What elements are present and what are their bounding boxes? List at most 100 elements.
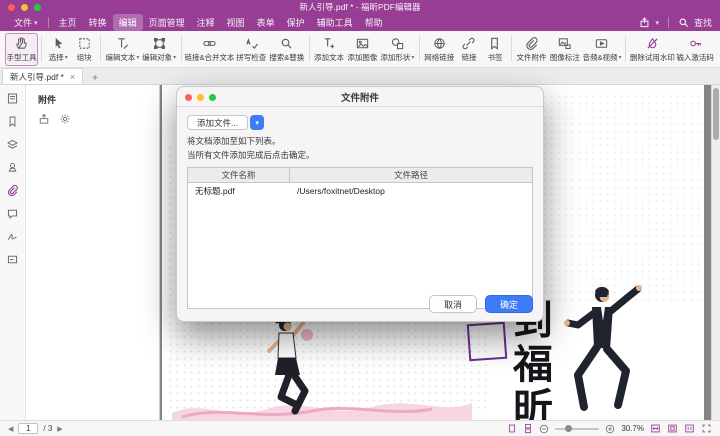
actual-size-icon[interactable]	[684, 423, 695, 434]
document-tab[interactable]: 新人引导.pdf * ×	[2, 68, 83, 84]
toolbar-item-search-replace[interactable]: 搜索&替换	[268, 33, 306, 66]
search-icon[interactable]	[678, 17, 689, 28]
table-row[interactable]: 无标题.pdf /Users/foxitnet/Desktop	[188, 183, 532, 198]
menu-label: 编辑	[119, 16, 137, 29]
search-label[interactable]: 查找	[694, 16, 712, 29]
attachments-icon[interactable]	[6, 183, 20, 197]
menu-label: 页面管理	[149, 16, 185, 29]
document-tab-label: 新人引导.pdf *	[10, 71, 64, 83]
close-window-icon[interactable]	[8, 4, 15, 11]
zoom-slider[interactable]	[555, 428, 599, 430]
cancel-button[interactable]: 取消	[429, 295, 477, 313]
signature-icon[interactable]	[6, 229, 20, 243]
menu-help[interactable]: 帮助	[359, 14, 389, 31]
toolbar-item-audio-video[interactable]: 音频&视频▾	[582, 33, 623, 66]
toolbar-item-label: 添加文本	[314, 52, 344, 63]
toolbar-item-enter-activation-code[interactable]: 输入激活码	[675, 33, 715, 66]
menu-convert[interactable]: 转换	[83, 14, 113, 31]
add-files-dropdown-button[interactable]: ▾	[250, 115, 264, 130]
zoom-window-icon[interactable]	[34, 4, 41, 11]
menu-view[interactable]: 视图	[221, 14, 251, 31]
dialog-minimize-icon[interactable]	[197, 94, 204, 101]
jumping-man-illustration	[550, 283, 650, 420]
bookmarks-icon[interactable]	[6, 114, 20, 128]
menu-file-label: 文件	[14, 16, 32, 29]
menu-protect[interactable]: 保护	[281, 14, 311, 31]
add-files-button[interactable]: 添加文件...	[187, 115, 248, 130]
menu-comment[interactable]: 注释	[191, 14, 221, 31]
close-tab-icon[interactable]: ×	[70, 72, 75, 82]
toolbar-item-link-join-text[interactable]: 链接&合并文本	[184, 33, 234, 66]
toolbar-item-label: 网络链接	[424, 52, 454, 63]
menu-edit[interactable]: 编辑	[113, 14, 143, 31]
toolbar-item-block[interactable]: 组块	[71, 33, 97, 66]
file-path-cell: /Users/foxitnet/Desktop	[290, 186, 532, 196]
window-controls[interactable]	[8, 4, 41, 11]
toolbar-item-link[interactable]: 链接	[456, 33, 482, 66]
fit-width-icon[interactable]	[650, 423, 661, 434]
column-header-file-path: 文件路径	[290, 168, 532, 182]
previous-page-icon[interactable]: ◀	[8, 425, 13, 433]
vertical-scrollbar[interactable]	[711, 85, 720, 420]
toolbar-item-image-annotation[interactable]: 图像标注	[548, 33, 581, 66]
page-number-input[interactable]	[18, 423, 38, 434]
toolbar-item-label: 编辑文本	[105, 52, 135, 63]
form-fields-icon[interactable]	[6, 252, 20, 266]
zoom-level[interactable]: 30.7%	[621, 424, 644, 433]
dialog-close-icon[interactable]	[185, 94, 192, 101]
toolbar-item-bookmark[interactable]: 书签	[482, 33, 508, 66]
menu-file[interactable]: 文件 ▾	[8, 14, 44, 31]
zoom-in-icon[interactable]	[605, 424, 615, 434]
dialog-hint-2: 当所有文件添加完成后点击确定。	[187, 149, 533, 161]
single-page-view-icon[interactable]	[507, 423, 517, 434]
scrollbar-thumb[interactable]	[713, 88, 719, 140]
ok-button[interactable]: 确定	[485, 295, 533, 313]
toolbar-item-label: 选择	[49, 52, 64, 63]
layers-icon[interactable]	[6, 137, 20, 151]
full-screen-icon[interactable]	[701, 423, 712, 434]
menu-home[interactable]: 主页	[53, 14, 83, 31]
page-total-label: / 3	[43, 424, 52, 433]
menu-page-organize[interactable]: 页面管理	[143, 14, 191, 31]
chevron-down-icon: ▾	[34, 19, 38, 27]
next-page-icon[interactable]: ▶	[57, 425, 62, 433]
dialog-zoom-icon[interactable]	[209, 94, 216, 101]
toolbar-item-add-shapes[interactable]: 添加形状▾	[379, 33, 416, 66]
hand-tool-icon	[14, 36, 29, 51]
toolbar-item-remove-trial-watermark[interactable]: 删除试用水印	[629, 33, 675, 66]
zoom-slider-knob[interactable]	[565, 425, 572, 432]
toolbar-item-add-text[interactable]: 添加文本	[312, 33, 345, 66]
purple-square-decoration	[467, 322, 507, 362]
dialog-header[interactable]: 文件附件	[177, 87, 543, 107]
open-attachment-icon[interactable]	[38, 113, 50, 125]
toolbar-item-web-links[interactable]: 网络链接	[423, 33, 456, 66]
menu-form[interactable]: 表单	[251, 14, 281, 31]
comments-icon[interactable]	[6, 206, 20, 220]
share-icon[interactable]	[639, 17, 650, 28]
dialog-window-controls[interactable]	[185, 94, 216, 101]
new-tab-icon[interactable]: +	[89, 73, 101, 84]
continuous-view-icon[interactable]	[523, 423, 533, 434]
chevron-down-icon[interactable]: ▾	[655, 19, 659, 27]
menu-label: 表单	[257, 16, 275, 29]
menu-accessibility[interactable]: 辅助工具	[311, 14, 359, 31]
toolbar-item-spell-check[interactable]: 拼写检查	[235, 33, 268, 66]
minimize-window-icon[interactable]	[21, 4, 28, 11]
toolbar-item-edit-text[interactable]: 编辑文本▾	[104, 33, 141, 66]
toolbar-item-edit-object[interactable]: 编辑对象▾	[141, 33, 178, 66]
activation-key-icon	[688, 36, 703, 51]
stamps-icon[interactable]	[6, 160, 20, 174]
link-icon	[461, 36, 476, 51]
toolbar-item-add-image[interactable]: 添加图像	[346, 33, 379, 66]
toolbar-item-file-attachment[interactable]: 文件附件	[515, 33, 548, 66]
attachment-settings-icon[interactable]	[59, 113, 71, 125]
toolbar-item-hand-tool[interactable]: 手型工具	[5, 33, 38, 66]
chevron-down-icon: ▾	[411, 54, 414, 61]
menu-divider	[668, 17, 669, 28]
page-thumbnails-icon[interactable]	[6, 91, 20, 105]
fit-page-icon[interactable]	[667, 423, 678, 434]
toolbar-item-select[interactable]: 选择▾	[45, 33, 71, 66]
audio-video-icon	[594, 36, 609, 51]
zoom-out-icon[interactable]	[539, 424, 549, 434]
toolbar-divider	[181, 36, 182, 62]
